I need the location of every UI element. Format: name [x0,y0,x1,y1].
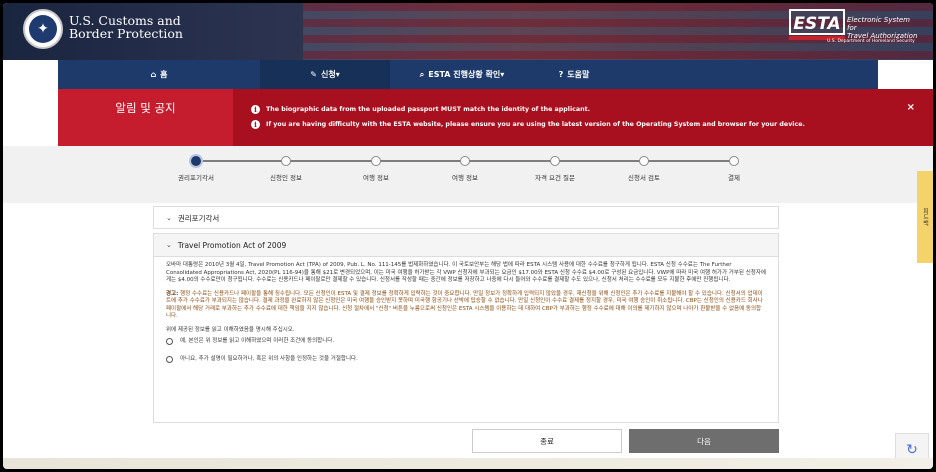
tpa-panel-header[interactable]: ⌄ Travel Promotion Act of 2009 [154,234,778,257]
nav-help[interactable]: ? 도움말 [534,60,614,89]
progress-tracker: 권리포기각서 신청인 정보 여행 정보 여행 정보 자격 요건 질문 신청서 검… [3,146,933,203]
next-button[interactable]: 다음 [629,429,779,453]
tpa-text: 오바마 대통령은 2010년 3월 4일, Travel Promotion A… [166,262,766,283]
site-header: ✦ U.S. Customs and Border Protection EST… [3,3,933,60]
radio-agree[interactable]: 예, 본인은 위 정보를 읽고 이해하였으며 이러한 조건에 동의합니다. [166,338,766,346]
eagle-icon: ✦ [29,15,57,43]
agency-name[interactable]: U.S. Customs and Border Protection [69,14,183,40]
radio-circle[interactable] [166,355,173,363]
chevron-down-icon: ▾ [335,70,340,79]
alert-message: i The biographic data from the uploaded … [251,105,590,114]
step-eligibility: 자격 요건 질문 [515,156,595,182]
help-icon: ? [558,70,564,79]
step-waiver: 권리포기각서 [156,156,236,182]
chevron-down-icon: ⌄ [166,241,172,249]
step-travel-2: 여행 정보 [425,156,505,182]
waiver-panel-header[interactable]: ⌄ 권리포기각서 [154,207,778,229]
step-review: 신청서 검토 [604,156,684,182]
info-icon: i [251,120,260,129]
esta-dept: U.S. Department of Homeland Security [827,39,915,44]
esta-subtitle: Electronic System for Travel Authorizati… [847,16,918,40]
step-applicant: 신청인 정보 [246,156,326,182]
step-payment: 결제 [694,156,774,182]
pencil-icon: ✎ [310,70,317,79]
warning-text: 경고: 행정 수수료는 신용카드나 페이팔을 통해 징수됩니다. 모든 신청인이… [166,290,763,320]
search-icon: ⌕ [419,69,425,79]
confirm-prompt: 위에 제공된 정보를 읽고 이해하였음을 명시해 주십시오. [166,326,295,333]
nav-home[interactable]: ⌂ 홈 [58,60,260,89]
browser-frame: ✦ U.S. Customs and Border Protection EST… [3,3,933,469]
tpa-panel: ⌄ Travel Promotion Act of 2009 오바마 대통령은 … [153,233,779,423]
alert-banner: i The biographic data from the uploaded … [233,89,933,146]
chevron-down-icon: ⌄ [166,214,172,222]
esta-logo[interactable]: ESTA Electronic System for Travel Author… [789,9,917,53]
chevron-down-icon: ▾ [500,70,505,79]
info-icon: i [251,105,260,114]
home-icon: ⌂ [150,70,157,79]
dhs-seal-logo[interactable]: ✦ [23,9,63,49]
radio-circle[interactable] [166,338,173,346]
close-icon[interactable]: × [907,102,915,113]
step-travel: 여행 정보 [336,156,416,182]
alert-title: 알림 및 공지 [58,89,233,146]
radio-disagree[interactable]: 아니요, 추가 설명이 필요하거나, 혹은 위의 사항을 인정하는 것을 거절합… [166,356,766,364]
nav-check-status[interactable]: ⌕ ESTA 진행상황 확인 ▾ [390,60,534,89]
nav-apply[interactable]: ✎ 신청 ▾ [260,60,390,89]
waiver-panel: ⌄ 권리포기각서 [153,206,779,229]
main-nav: ⌂ 홈 ✎ 신청 ▾ ⌕ ESTA 진행상황 확인 ▾ ? 도움말 [58,60,878,89]
page-footer-band [3,458,933,469]
exit-button[interactable]: 종료 [472,429,622,453]
tpa-body: 오바마 대통령은 2010년 3월 4일, Travel Promotion A… [154,257,778,363]
feedback-tab[interactable]: 피드백 [917,171,933,263]
alert-message: i If you are having difficulty with the … [251,120,805,129]
